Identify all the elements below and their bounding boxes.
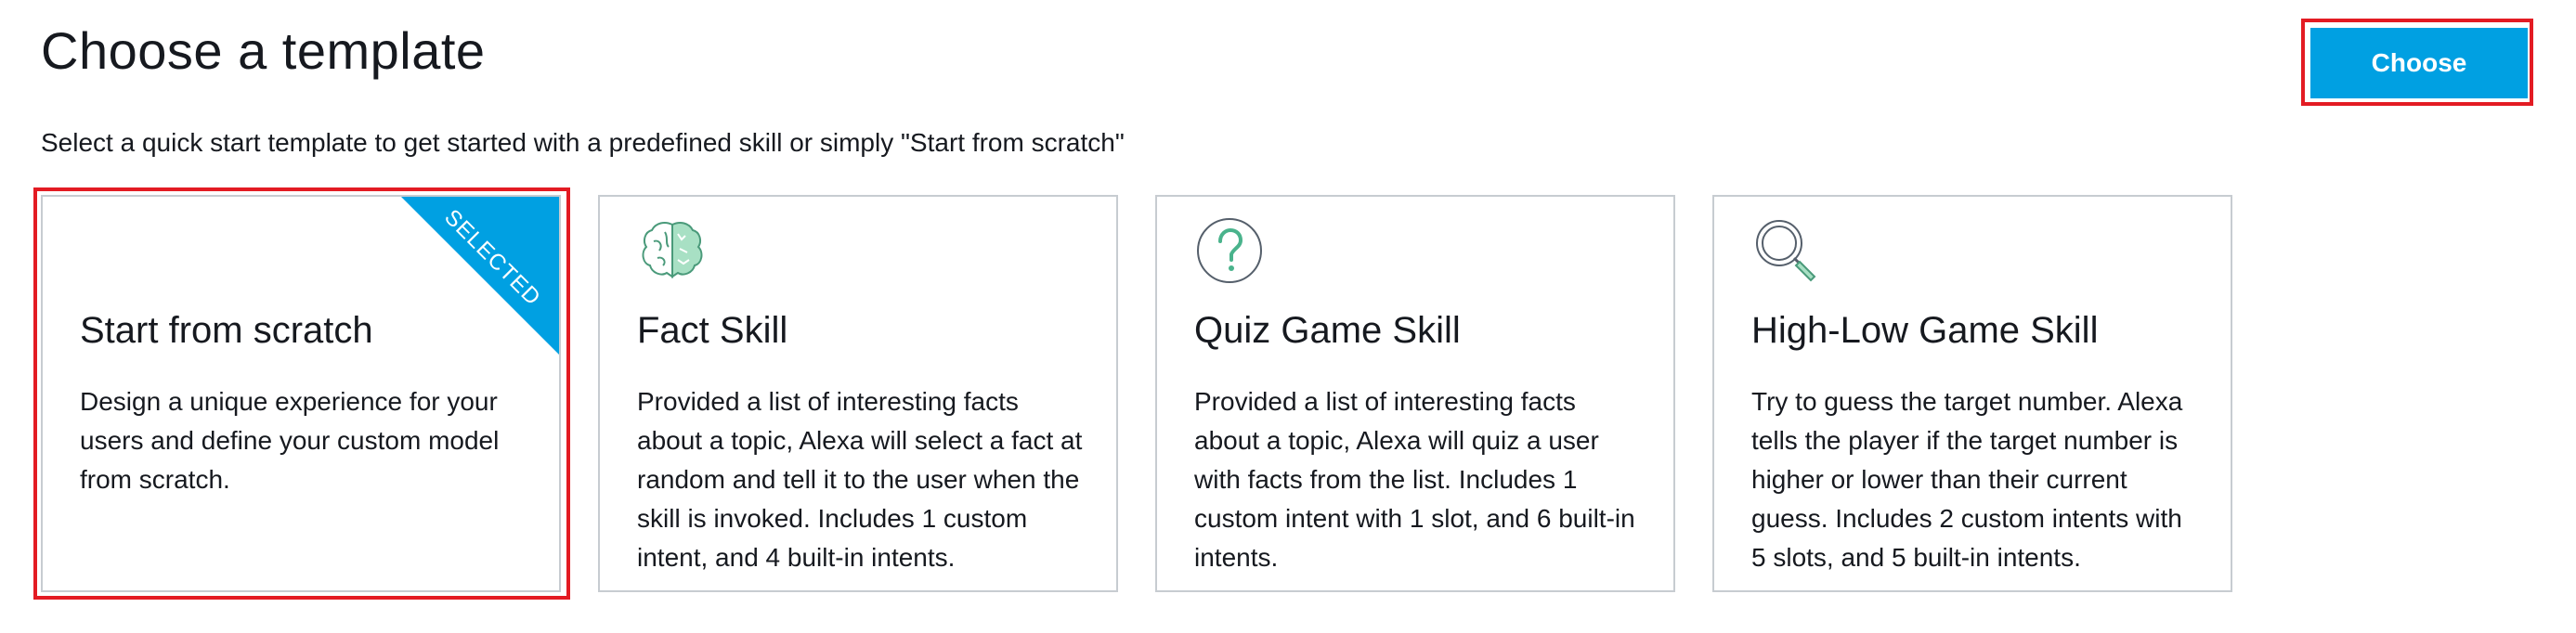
selected-ribbon: [401, 197, 559, 355]
card-title: Start from scratch: [80, 310, 373, 351]
template-card-high-low-game-skill[interactable]: High-Low Game Skill Try to guess the tar…: [1712, 195, 2232, 592]
template-card-quiz-game-skill[interactable]: Quiz Game Skill Provided a list of inter…: [1155, 195, 1675, 592]
card-description: Provided a list of interesting facts abo…: [1194, 387, 1635, 572]
page-title: Choose a template: [41, 21, 486, 80]
card-title: Quiz Game Skill: [1194, 310, 1461, 351]
card-title: High-Low Game Skill: [1751, 310, 2099, 351]
card-description: Design a unique experience for your user…: [80, 387, 500, 494]
page-subtitle: Select a quick start template to get sta…: [41, 128, 1125, 157]
template-card-fact-skill[interactable]: Fact Skill Provided a list of interestin…: [598, 195, 1118, 592]
brain-icon: [637, 215, 708, 286]
card-description: Provided a list of interesting facts abo…: [637, 387, 1083, 572]
choose-button[interactable]: Choose: [2310, 28, 2528, 98]
question-icon: [1194, 215, 1265, 286]
magnifier-icon: [1751, 215, 1822, 286]
card-description: Try to guess the target number. Alexa te…: [1751, 387, 2183, 572]
template-card-start-from-scratch[interactable]: SELECTED Start from scratch Design a uni…: [41, 195, 561, 592]
card-title: Fact Skill: [637, 310, 788, 351]
